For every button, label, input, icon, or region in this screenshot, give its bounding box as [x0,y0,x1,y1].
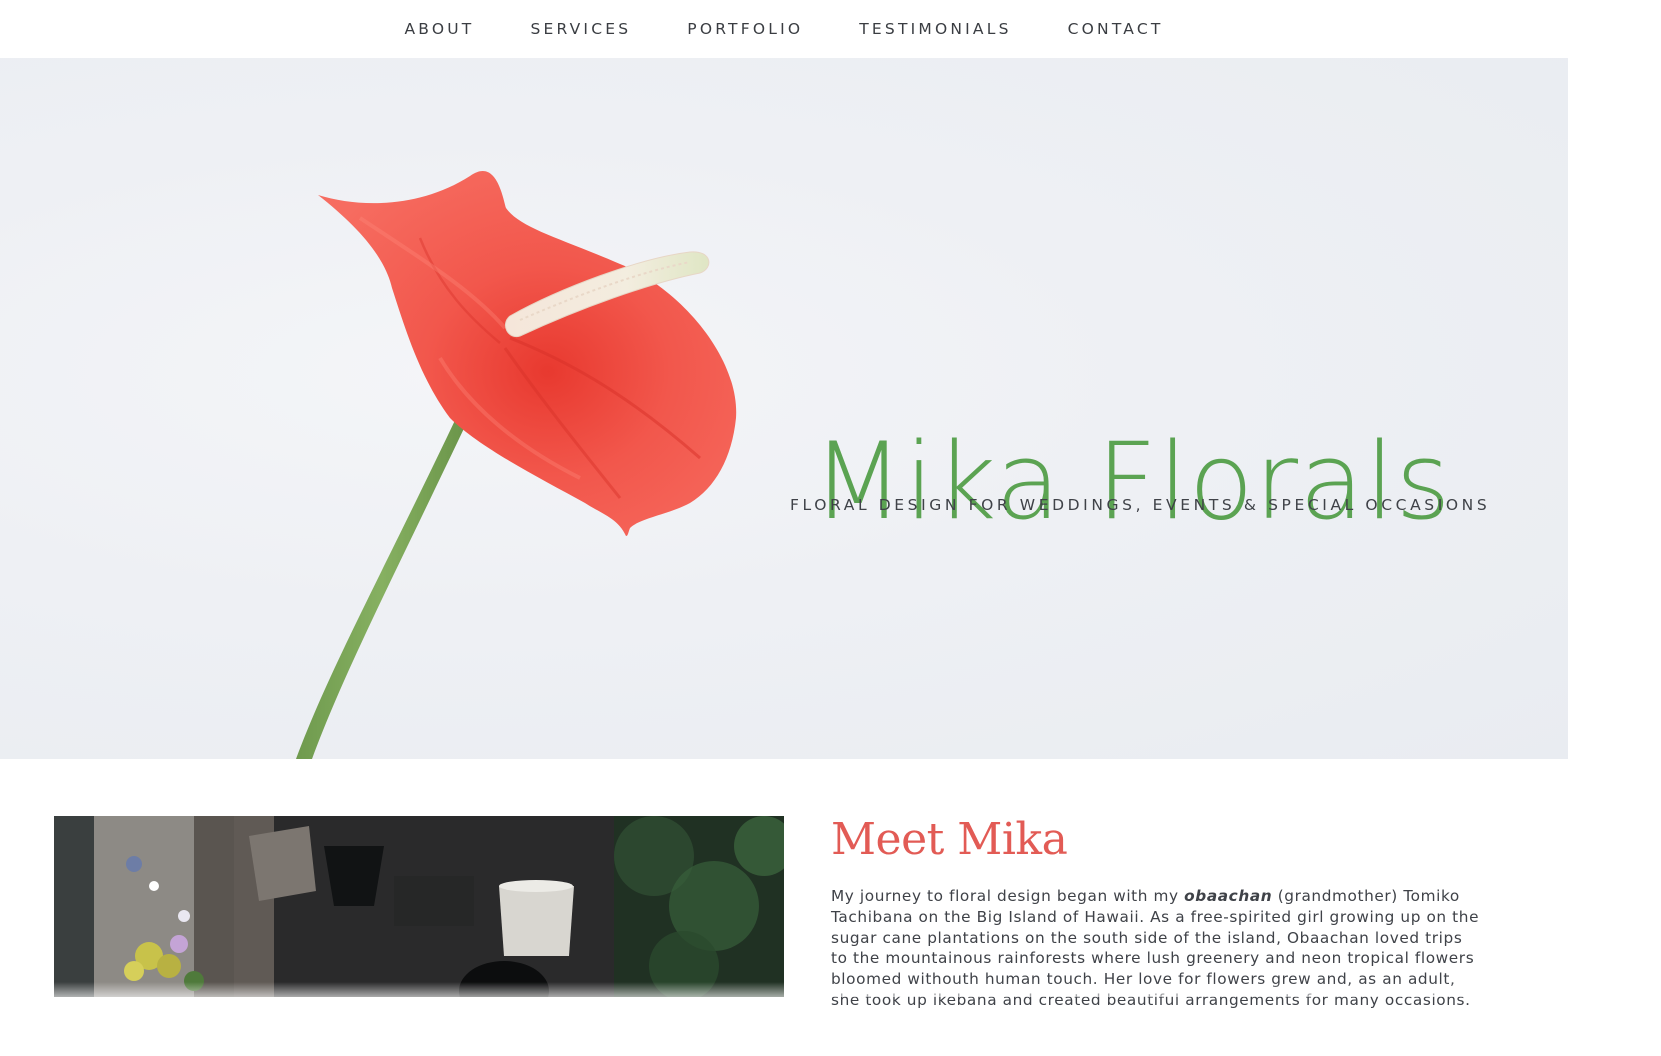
about-bio-emphasis: obaachan [1184,887,1273,905]
about-bio-paragraph: My journey to floral design began with m… [831,886,1481,1011]
nav-link-about[interactable]: ABOUT [404,20,474,38]
top-navigation: ABOUT SERVICES PORTFOLIO TESTIMONIALS CO… [0,0,1568,58]
hero-tagline: FLORAL DESIGN FOR WEDDINGS, EVENTS & SPE… [790,496,1491,514]
nav-link-contact[interactable]: CONTACT [1068,20,1164,38]
about-heading: Meet Mika [831,814,1068,865]
nav-link-services[interactable]: SERVICES [530,20,631,38]
hero-title: Mika Florals [812,420,1452,544]
nav-link-testimonials[interactable]: TESTIMONIALS [859,20,1011,38]
nav-menu: ABOUT SERVICES PORTFOLIO TESTIMONIALS CO… [376,20,1191,38]
nav-link-portfolio[interactable]: PORTFOLIO [687,20,803,38]
florist-portrait-photo [54,816,784,997]
hero-banner: Mika Florals FLORAL DESIGN FOR WEDDINGS,… [0,58,1568,759]
anthurium-flower-image [296,170,737,759]
about-bio-intro: My journey to floral design began with m… [831,887,1185,905]
about-bio-rest: (grandmother) Tomiko Tachibana on the Bi… [831,887,1480,1009]
